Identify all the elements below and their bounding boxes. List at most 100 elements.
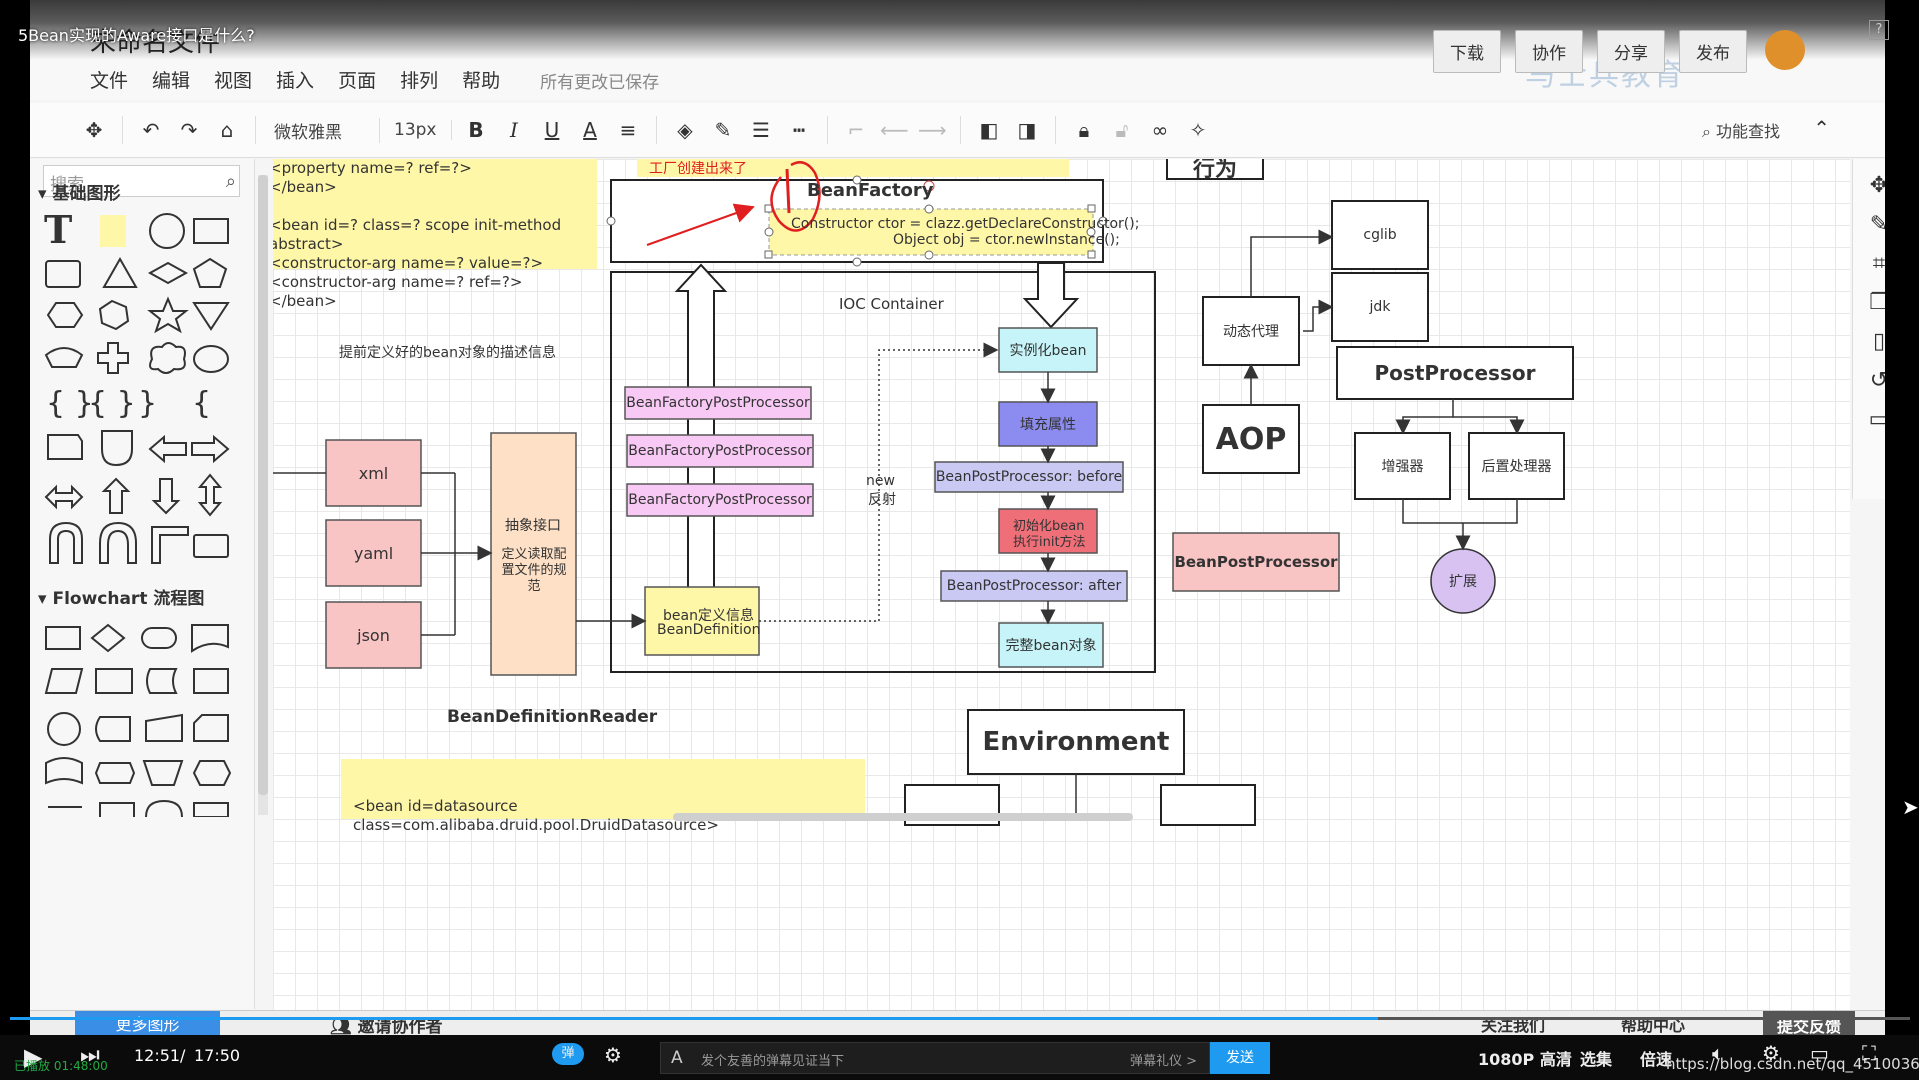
lock-icon[interactable]: 🔒︎ bbox=[1070, 118, 1098, 142]
predefined-label: 提前定义好的bean对象的描述信息 bbox=[339, 345, 556, 361]
section-flowchart[interactable]: ▾ Flowchart 流程图 bbox=[38, 584, 204, 609]
fill-color-icon[interactable]: ◈ bbox=[671, 118, 699, 142]
menu-view[interactable]: 视图 bbox=[214, 66, 252, 93]
link-icon[interactable]: ∞ bbox=[1146, 118, 1174, 142]
to-front-icon[interactable]: ◧ bbox=[975, 118, 1003, 142]
arrow-right-icon bbox=[191, 434, 230, 464]
underline-icon[interactable]: U bbox=[538, 118, 566, 142]
diamond-icon bbox=[147, 261, 189, 285]
pip-icon[interactable]: ▭ bbox=[1810, 1041, 1829, 1065]
brace-right-icon: } bbox=[138, 386, 157, 421]
danmaku-toggle-icon[interactable]: 弹 bbox=[552, 1043, 584, 1065]
mouse-cursor-icon: ➤ bbox=[1902, 795, 1919, 819]
line-width-icon[interactable]: ☰ bbox=[747, 118, 775, 142]
crop-icon[interactable]: ⌗ bbox=[1873, 251, 1885, 276]
fullscreen-icon[interactable]: ⛶ bbox=[1862, 1041, 1876, 1065]
save-status: 所有更改已保存 bbox=[540, 73, 660, 93]
magic-icon[interactable]: ✧ bbox=[1184, 118, 1212, 142]
danmaku-input[interactable]: A 发个友善的弹幕见证当下 弹幕礼仪 > bbox=[660, 1042, 1210, 1074]
format-brush-icon[interactable]: ⌂ bbox=[213, 118, 241, 142]
complete-bean-label: 完整bean对象 bbox=[1005, 638, 1097, 654]
hexagon-icon bbox=[46, 302, 84, 328]
italic-icon[interactable]: I bbox=[500, 118, 528, 142]
to-back-icon[interactable]: ◨ bbox=[1013, 118, 1041, 142]
new-label: new bbox=[866, 473, 895, 489]
undo-icon[interactable]: ↶ bbox=[137, 118, 165, 142]
more-shapes-button[interactable]: 更多图形 bbox=[75, 1011, 220, 1035]
red-stroke-annotation bbox=[785, 168, 791, 214]
pages-icon[interactable]: ❐ bbox=[1869, 290, 1885, 315]
toolbar-divider bbox=[122, 116, 123, 144]
episodes-button[interactable]: 选集 bbox=[1580, 1046, 1612, 1070]
line-style-icon[interactable]: ┅ bbox=[785, 118, 813, 142]
menu-arrange[interactable]: 排列 bbox=[400, 66, 438, 93]
collaborate-button[interactable]: 协作 bbox=[1515, 30, 1583, 73]
menu-insert[interactable]: 插入 bbox=[276, 66, 314, 93]
diagram-canvas[interactable]: <property name=? ref=?> </bean> <bean id… bbox=[273, 159, 1850, 1011]
help-center-link[interactable]: 帮助中心 bbox=[1621, 1012, 1685, 1035]
menu-help[interactable]: 帮助 bbox=[462, 66, 500, 93]
settings-icon[interactable]: ⚙ bbox=[1762, 1041, 1780, 1065]
populate-label: 填充属性 bbox=[1020, 417, 1076, 433]
menu-file[interactable]: 文件 bbox=[90, 66, 128, 93]
font-color-icon[interactable]: A bbox=[576, 118, 604, 142]
internal-storage-icon bbox=[193, 668, 229, 694]
define-read-label: 定义读取配置文件的规范 bbox=[501, 547, 567, 594]
history-icon[interactable]: ↺ bbox=[1870, 368, 1885, 393]
line-color-icon[interactable]: ✎ bbox=[709, 118, 737, 142]
search-icon[interactable]: ⌕ bbox=[226, 171, 236, 192]
paint-format-icon[interactable]: ✥ bbox=[80, 118, 108, 142]
send-danmaku-button[interactable]: 发送 bbox=[1210, 1042, 1270, 1074]
danmaku-settings-icon[interactable]: ⚙ bbox=[604, 1043, 622, 1067]
redo-icon[interactable]: ↷ bbox=[175, 118, 203, 142]
feedback-button[interactable]: 提交反馈 bbox=[1762, 1011, 1855, 1035]
search-icon: ⌕ bbox=[1701, 122, 1716, 141]
delay-icon bbox=[101, 430, 133, 467]
time-separator: / bbox=[180, 1046, 186, 1065]
danmaku-etiquette-link[interactable]: 弹幕礼仪 > bbox=[1130, 1050, 1197, 1069]
style-icon[interactable]: ✎ bbox=[1870, 212, 1885, 237]
arrow-updown-icon bbox=[197, 473, 223, 517]
section-basic-label: 基础图形 bbox=[52, 184, 121, 204]
font-family-select[interactable]: 微软雅黑 bbox=[270, 117, 380, 143]
unlock-icon[interactable]: 🔓︎ bbox=[1108, 118, 1136, 142]
help-icon[interactable]: ? bbox=[1869, 20, 1889, 40]
enhancer-label: 增强器 bbox=[1381, 459, 1424, 475]
panel-scrollbar-thumb[interactable] bbox=[258, 175, 268, 795]
download-button[interactable]: 下载 bbox=[1433, 30, 1501, 73]
bold-icon[interactable]: B bbox=[462, 118, 490, 142]
hollow-up-arrow bbox=[674, 263, 728, 590]
menu-edit[interactable]: 编辑 bbox=[152, 66, 190, 93]
corner-icon bbox=[151, 526, 189, 564]
bfpp-label-3: BeanFactoryPostProcessor bbox=[628, 492, 812, 508]
card-icon bbox=[47, 434, 83, 460]
video-progress-fill[interactable] bbox=[10, 1017, 1378, 1020]
collapse-arrow-icon: ▾ bbox=[38, 184, 53, 204]
comment-icon[interactable]: ▭ bbox=[1869, 407, 1885, 432]
panel-scrollbar[interactable] bbox=[258, 175, 268, 815]
find-function-button[interactable]: ⌕ 功能查找 bbox=[1702, 118, 1780, 142]
cglib-label: cglib bbox=[1363, 227, 1397, 243]
avatar[interactable] bbox=[1765, 30, 1805, 70]
invite-collaborator-button[interactable]: 👥︎ 邀请协作者 bbox=[330, 1012, 443, 1035]
cross-icon bbox=[97, 342, 129, 374]
factory-created-label: 工厂创建出来了 bbox=[649, 161, 747, 177]
collapse-icon[interactable]: ⌃ bbox=[1813, 116, 1830, 140]
bracket-icon: { } bbox=[88, 386, 136, 421]
section-basic[interactable]: ▾ 基础图形 bbox=[38, 179, 120, 204]
arrow-end-icon[interactable]: ⟶ bbox=[918, 118, 947, 142]
volume-icon[interactable]: 🔈︎ bbox=[1712, 1041, 1724, 1065]
bean-factory-title: BeanFactory bbox=[807, 180, 934, 201]
menu-page[interactable]: 页面 bbox=[338, 66, 376, 93]
follow-us-link[interactable]: 关注我们 bbox=[1481, 1012, 1545, 1035]
page-icon[interactable]: ▯ bbox=[1873, 329, 1885, 354]
align-icon[interactable]: ≡ bbox=[614, 118, 642, 142]
font-size-select[interactable]: 13px bbox=[390, 120, 452, 140]
navigate-icon[interactable]: ✥ bbox=[1870, 173, 1885, 198]
video-frame: 未命名文件 文件 编辑 视图 插入 页面 排列 帮助 所有更改已保存 马士兵教育… bbox=[30, 0, 1885, 1035]
connector-icon[interactable]: ⌐ bbox=[842, 118, 870, 142]
share-button[interactable]: 分享 bbox=[1597, 30, 1665, 73]
arrow-start-icon[interactable]: ⟵ bbox=[880, 118, 909, 142]
publish-button[interactable]: 发布 bbox=[1679, 30, 1747, 73]
quality-button[interactable]: 1080P 高清 bbox=[1478, 1046, 1572, 1070]
